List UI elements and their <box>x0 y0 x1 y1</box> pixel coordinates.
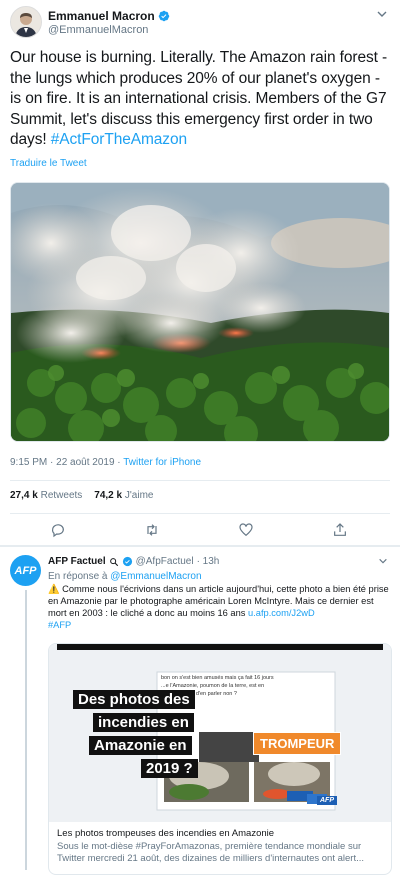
thread-line <box>25 590 27 870</box>
card-title: Les photos trompeuses des incendies en A… <box>57 828 275 839</box>
overlay-line-3: Amazonie en <box>89 736 192 755</box>
tweet-text: Our house is burning. Literally. The Ama… <box>10 48 392 151</box>
section-separator <box>0 545 400 547</box>
avatar-portrait-icon <box>11 7 41 37</box>
reply-header: AFP Factuel @AfpFactuel · 13h <box>48 556 219 567</box>
in-reply-prefix: En réponse à <box>48 571 111 582</box>
reply-text: ⚠️ Comme nous l'écrivions dans un articl… <box>48 583 390 631</box>
search-icon <box>109 557 118 566</box>
chevron-down-icon[interactable] <box>378 556 388 566</box>
reply-icon[interactable] <box>50 522 66 538</box>
reply-hashtag[interactable]: #AFP <box>48 620 71 630</box>
chevron-down-icon[interactable] <box>376 8 388 20</box>
in-reply-handle[interactable]: @EmmanuelMacron <box>110 571 201 582</box>
article-line: ...e l'Amazonie, poumon de la terre, est… <box>161 683 265 689</box>
author-handle[interactable]: @EmmanuelMacron <box>48 24 148 36</box>
divider <box>10 480 390 481</box>
tweet-meta: 9:15 PM · 22 août 2019 · Twitter for iPh… <box>10 457 201 468</box>
misleading-badge: TROMPEUR <box>253 732 342 755</box>
hashtag-link[interactable]: #ActForTheAmazon <box>51 131 187 148</box>
afp-logo: AFP <box>317 796 337 805</box>
amazon-fire-photo <box>11 183 389 441</box>
divider <box>10 513 390 514</box>
retweet-icon[interactable] <box>144 522 160 538</box>
card-description: Sous le mot-dièse #PrayForAmazonas, prem… <box>57 841 365 864</box>
likes-count: 74,2 k <box>94 490 123 501</box>
author-name-row: Emmanuel Macron <box>48 9 170 23</box>
overlay-line-4: 2019 ? <box>141 759 198 778</box>
tweet-stats: 27,4 k Retweets 74,2 k J'aime <box>10 490 153 501</box>
likes-label: J'aime <box>124 490 154 501</box>
reply-time[interactable]: · 13h <box>197 556 220 567</box>
retweets-count: 27,4 k <box>10 490 38 501</box>
reply-author-handle[interactable]: @AfpFactuel <box>136 556 194 567</box>
verified-badge-icon <box>122 556 132 567</box>
retweets-label: Retweets <box>40 490 83 501</box>
tweet-actions <box>0 520 400 540</box>
author-name[interactable]: Emmanuel Macron <box>48 9 155 23</box>
tweet-source[interactable]: Twitter for iPhone <box>123 457 201 468</box>
afp-avatar-text: AFP <box>14 564 37 577</box>
overlay-line-1: Des photos des <box>73 690 195 709</box>
article-line: bon on s'est bien amusés mais ça fait 16… <box>161 675 274 681</box>
link-card[interactable]: bon on s'est bien amusés mais ça fait 16… <box>48 643 392 875</box>
verified-badge-icon <box>158 10 169 22</box>
translate-link[interactable]: Traduire le Tweet <box>10 158 87 169</box>
likes-stat[interactable]: 74,2 k J'aime <box>94 490 153 501</box>
author-avatar[interactable] <box>10 6 42 38</box>
reply-body: ⚠️ Comme nous l'écrivions dans un articl… <box>48 584 389 618</box>
reply-link[interactable]: u.afp.com/J2wD <box>248 608 315 618</box>
in-reply-to: En réponse à @EmmanuelMacron <box>48 571 202 582</box>
tweet-timestamp[interactable]: 9:15 PM · 22 août 2019 · <box>10 457 123 468</box>
card-image: bon on s'est bien amusés mais ça fait 16… <box>49 644 391 822</box>
like-icon[interactable] <box>238 522 254 538</box>
share-icon[interactable] <box>332 522 348 538</box>
overlay-line-2: incendies en <box>93 713 194 732</box>
tweet-photo[interactable] <box>10 182 390 442</box>
reply-author-name[interactable]: AFP Factuel <box>48 556 106 567</box>
afp-avatar[interactable]: AFP <box>10 555 41 586</box>
retweets-stat[interactable]: 27,4 k Retweets <box>10 490 82 501</box>
